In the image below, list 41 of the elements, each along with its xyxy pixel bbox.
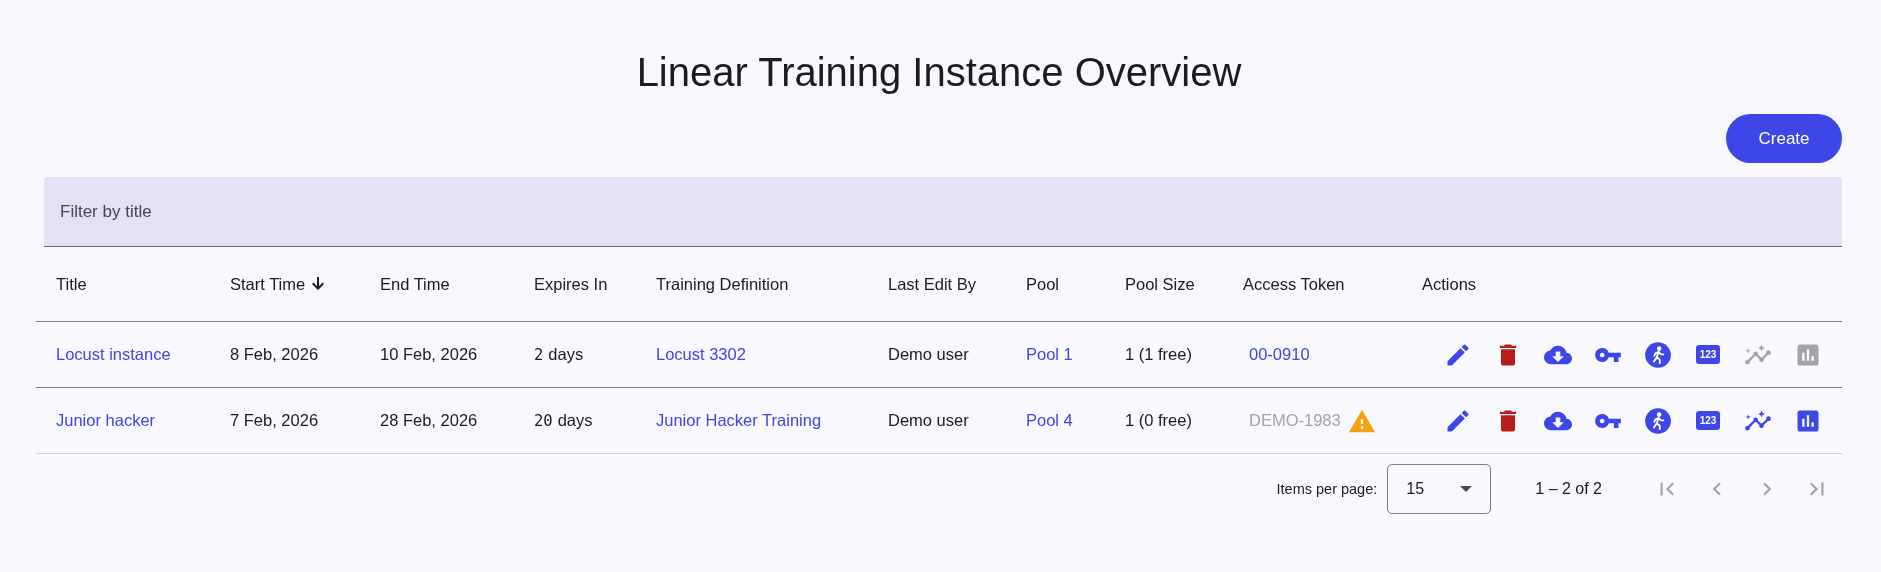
expires-unit: days xyxy=(557,411,593,430)
access-token-link[interactable]: 00-0910 xyxy=(1243,345,1310,364)
title-link[interactable]: Junior hacker xyxy=(56,411,156,430)
definition-link[interactable]: Junior Hacker Training xyxy=(656,411,822,430)
expires-unit: days xyxy=(548,345,584,364)
table-cell: 8 Feb, 2026 xyxy=(230,345,319,364)
access-token-text: DEMO-1983 xyxy=(1248,411,1341,430)
column-header[interactable]: Pool Size xyxy=(1125,274,1195,294)
expires-number: 20 xyxy=(534,411,553,430)
table-cell: 28 Feb, 2026 xyxy=(380,411,478,430)
table-cell: Demo user xyxy=(888,345,969,364)
column-header[interactable]: Start Time xyxy=(230,274,306,294)
running-figure-icon[interactable] xyxy=(1644,406,1672,435)
page-range-label: 1 – 2 of 2 xyxy=(1535,480,1602,498)
expires-number: 2 xyxy=(534,345,544,364)
items-per-page-label: Items per page: xyxy=(1276,481,1378,497)
running-figure-icon[interactable] xyxy=(1644,340,1672,369)
page-size-select[interactable]: 15 xyxy=(1387,464,1492,514)
column-header[interactable]: Expires In xyxy=(534,274,608,294)
column-header[interactable]: Actions xyxy=(1422,274,1477,294)
pool-link[interactable]: Pool 1 xyxy=(1026,345,1073,364)
numbers-button[interactable]: 123 xyxy=(1695,411,1721,430)
definition-link[interactable]: Locust 3302 xyxy=(656,345,746,364)
column-header[interactable]: Title xyxy=(56,274,87,294)
table-cell: 1 (1 free) xyxy=(1125,345,1192,364)
table-cell: 10 Feb, 2026 xyxy=(380,345,478,364)
title-link[interactable]: Locust instance xyxy=(56,345,171,364)
filter-field[interactable]: Filter by title xyxy=(44,177,1842,247)
column-header[interactable]: End Time xyxy=(380,274,450,294)
column-header[interactable]: Training Definition xyxy=(656,274,789,294)
table-cell: Demo user xyxy=(888,411,969,430)
numbers-button[interactable]: 123 xyxy=(1695,345,1721,364)
column-header[interactable]: Last Edit By xyxy=(888,274,977,294)
pool-link[interactable]: Pool 4 xyxy=(1026,411,1073,430)
dropdown-caret-icon xyxy=(1460,486,1473,492)
page-title: Linear Training Instance Overview xyxy=(635,49,1243,96)
column-header[interactable]: Access Token xyxy=(1243,274,1345,294)
table-cell: 1 (0 free) xyxy=(1125,411,1192,430)
create-button[interactable]: Create xyxy=(1726,114,1842,163)
table-cell: 7 Feb, 2026 xyxy=(230,411,319,430)
column-header[interactable]: Pool xyxy=(1026,274,1060,294)
